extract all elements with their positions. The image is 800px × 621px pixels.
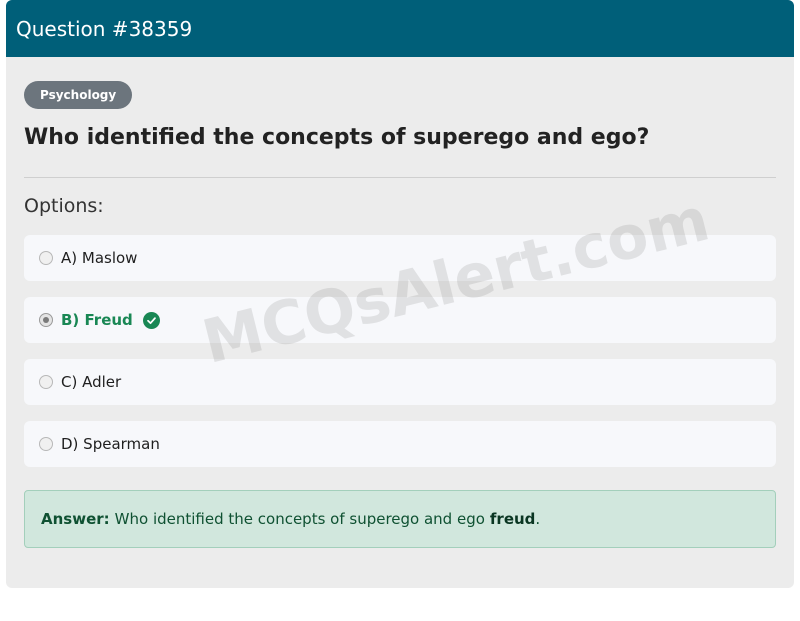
check-circle-icon xyxy=(142,311,160,329)
option-c[interactable]: C) Adler xyxy=(24,359,776,405)
divider xyxy=(24,177,776,178)
answer-text: Who identified the concepts of superego … xyxy=(114,510,485,528)
option-d-label: D) Spearman xyxy=(61,435,160,453)
category-badge[interactable]: Psychology xyxy=(24,81,133,109)
option-b-radio[interactable] xyxy=(39,313,53,327)
option-a-label: A) Maslow xyxy=(61,249,138,267)
options-heading: Options: xyxy=(24,195,104,217)
question-header: Question #38359 xyxy=(6,0,794,57)
question-text: Who identified the concepts of superego … xyxy=(24,125,650,150)
option-c-radio[interactable] xyxy=(39,375,53,389)
option-a-radio[interactable] xyxy=(39,251,53,265)
option-d[interactable]: D) Spearman xyxy=(24,421,776,467)
category-label: Psychology xyxy=(40,88,117,102)
option-b-label: B) Freud xyxy=(61,311,133,329)
question-number: Question #38359 xyxy=(16,16,193,41)
question-card: Question #38359 Psychology Who identifie… xyxy=(6,0,794,588)
option-d-radio[interactable] xyxy=(39,437,53,451)
answer-prefix: Answer: xyxy=(41,510,110,528)
answer-suffix: . xyxy=(535,510,541,528)
option-a[interactable]: A) Maslow xyxy=(24,235,776,281)
option-b[interactable]: B) Freud xyxy=(24,297,776,343)
option-c-label: C) Adler xyxy=(61,373,122,391)
question-body: Psychology Who identified the concepts o… xyxy=(6,57,794,588)
answer-highlight: freud xyxy=(489,510,536,528)
answer-box: Answer: Who identified the concepts of s… xyxy=(24,490,776,548)
